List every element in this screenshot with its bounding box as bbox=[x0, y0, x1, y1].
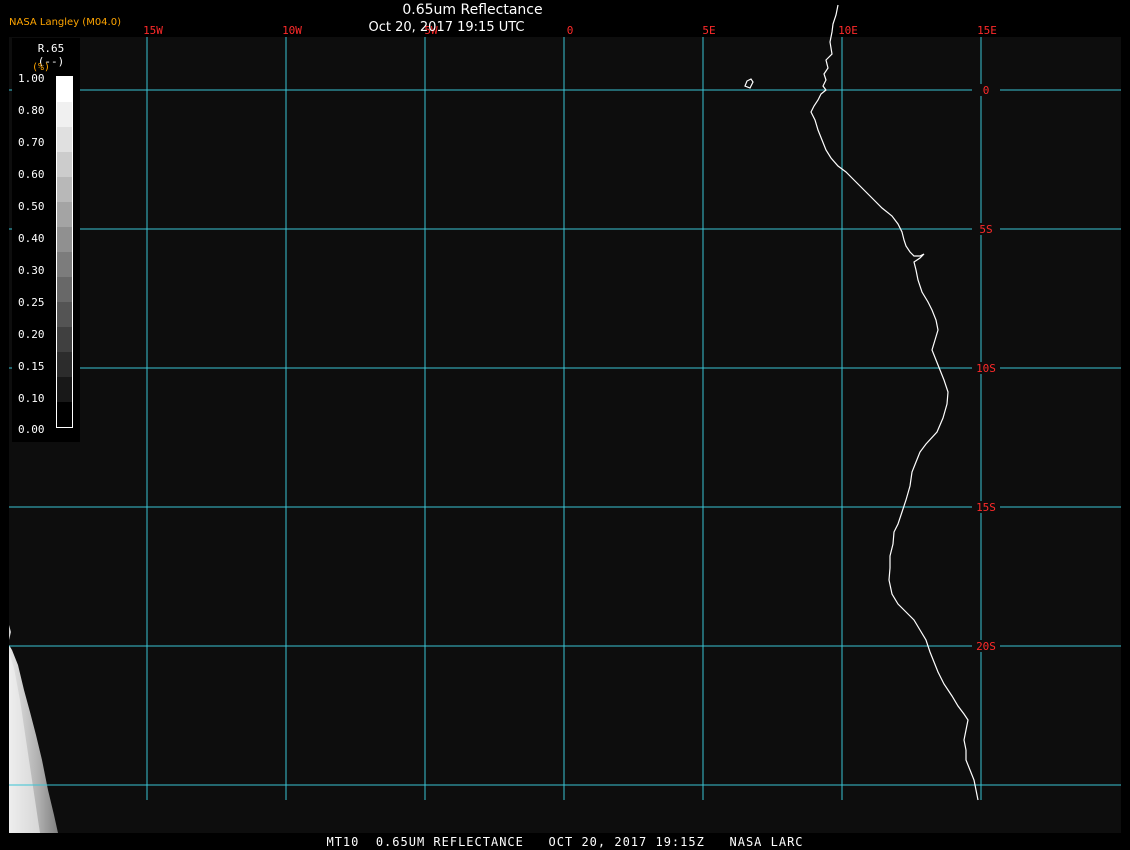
colorbar-tick-label: 0.60 bbox=[18, 168, 45, 181]
latitude-label: 15S bbox=[976, 501, 996, 514]
source-label: NASA Langley (M04.0) bbox=[9, 17, 121, 28]
colorbar-swatch bbox=[57, 277, 72, 302]
colorbar-swatch bbox=[57, 402, 72, 427]
colorbar-swatch bbox=[57, 127, 72, 152]
colorbar-tick-label: 0.15 bbox=[18, 360, 45, 373]
map-title: 0.65um Reflectance bbox=[402, 2, 543, 18]
colorbar-swatch bbox=[57, 352, 72, 377]
colorbar-tick-label: 0.70 bbox=[18, 136, 45, 149]
colorbar-swatch bbox=[57, 102, 72, 127]
colorbar-legend: R.65 (--) (%) 1.00 0.80 0.70 0.60 0.50 0.40 0.… bbox=[12, 38, 80, 442]
colorbar-tick-label: 0.30 bbox=[18, 264, 45, 277]
colorbar-tick-label: 0.40 bbox=[18, 232, 45, 245]
colorbar-swatch bbox=[57, 152, 72, 177]
map-timestamp: Oct 20, 2017 19:15 UTC bbox=[368, 20, 525, 35]
colorbar-tick-label: 0.80 bbox=[18, 104, 45, 117]
legend-unit: (--) bbox=[37, 55, 65, 68]
colorbar-tick-label: 0.50 bbox=[18, 200, 45, 213]
longitude-label: 15E bbox=[977, 24, 997, 37]
colorbar-tick-label: 0.20 bbox=[18, 328, 45, 341]
colorbar-tick-label: 0.00 bbox=[18, 423, 45, 436]
map-background bbox=[9, 37, 1121, 833]
colorbar-swatch bbox=[57, 327, 72, 352]
colorbar-swatch bbox=[57, 377, 72, 402]
latitude-label: 10S bbox=[976, 362, 996, 375]
latitude-label: 0 bbox=[983, 84, 990, 97]
colorbar-tick-label: 1.00 bbox=[18, 72, 45, 85]
map-canvas: 15W 10W 5W 0 5E 10E 15E05S10S15S20S bbox=[0, 0, 1130, 850]
colorbar bbox=[56, 76, 73, 428]
legend-variable: R.65 bbox=[37, 42, 65, 55]
footer-caption: MT10 0.65UM REFLECTANCE OCT 20, 2017 19:… bbox=[326, 835, 804, 849]
latitude-label: 5S bbox=[979, 223, 992, 236]
colorbar-tick-label: 0.10 bbox=[18, 392, 45, 405]
colorbar-swatch bbox=[57, 77, 72, 102]
colorbar-swatch bbox=[57, 202, 72, 227]
colorbar-swatch bbox=[57, 302, 72, 327]
colorbar-swatch bbox=[57, 177, 72, 202]
colorbar-tick-label: 0.25 bbox=[18, 296, 45, 309]
latitude-label: 20S bbox=[976, 640, 996, 653]
colorbar-swatch bbox=[57, 227, 72, 252]
colorbar-swatch bbox=[57, 252, 72, 277]
